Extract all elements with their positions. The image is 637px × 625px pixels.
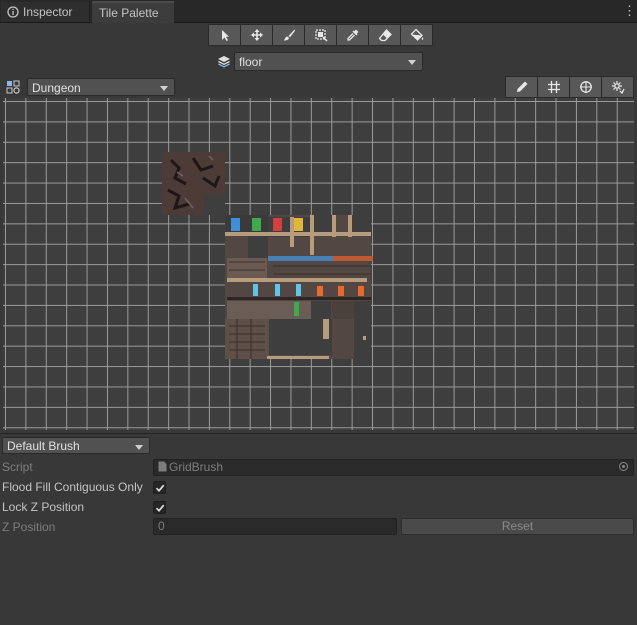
- panel-separator: [0, 433, 637, 434]
- move-icon: [250, 29, 263, 41]
- tile-sprites: [162, 152, 373, 359]
- tab-inspector[interactable]: Inspector: [1, 2, 90, 22]
- checkmark-icon: [155, 484, 165, 492]
- lock-z-checkbox[interactable]: [153, 501, 166, 514]
- tab-inspector-label: Inspector: [23, 5, 73, 19]
- info-icon: [7, 6, 19, 18]
- palette-icon: [6, 80, 20, 94]
- toggle-gizmos-button[interactable]: [569, 76, 601, 98]
- erase-tool-button[interactable]: [368, 24, 400, 46]
- tab-bar: Inspector Tile Palette ⋮: [0, 0, 637, 23]
- object-picker-icon[interactable]: [619, 462, 628, 471]
- grid-toggle-icon: [547, 81, 560, 93]
- lock-z-label: Lock Z Position: [2, 500, 85, 514]
- select-arrow-icon: [221, 30, 229, 41]
- picker-tool-button[interactable]: [336, 24, 368, 46]
- z-position-field[interactable]: 0: [153, 518, 397, 535]
- palette-edit-tools: [505, 76, 634, 98]
- tile-palette-grid[interactable]: [3, 98, 634, 430]
- palette-value: Dungeon: [32, 81, 81, 95]
- eyedropper-icon: [346, 29, 358, 41]
- script-file-icon: [158, 461, 167, 472]
- dungeon-tile-set: [225, 215, 373, 359]
- brush-value: Default Brush: [7, 439, 80, 453]
- fill-tool-button[interactable]: [400, 24, 433, 46]
- checkmark-icon: [155, 504, 165, 512]
- tool-group: [208, 24, 433, 46]
- box-fill-icon: [314, 29, 328, 42]
- chevron-down-icon: [408, 60, 416, 65]
- chevron-down-icon: [135, 445, 143, 450]
- flood-fill-checkbox[interactable]: [153, 481, 166, 494]
- brush-dropdown[interactable]: Default Brush: [2, 437, 150, 454]
- palette-dropdown[interactable]: Dungeon: [27, 78, 175, 96]
- tab-tile-palette[interactable]: Tile Palette: [92, 1, 174, 23]
- edit-pencil-icon: [516, 81, 527, 92]
- move-tool-button[interactable]: [240, 24, 272, 46]
- settings-icon: [611, 81, 625, 94]
- script-label: Script: [2, 460, 33, 474]
- active-layer-value: floor: [239, 55, 263, 69]
- eraser-icon: [378, 29, 392, 42]
- flood-fill-label: Flood Fill Contiguous Only: [2, 480, 143, 494]
- kebab-menu-icon[interactable]: ⋮: [623, 3, 636, 19]
- tab-tile-palette-label: Tile Palette: [99, 6, 159, 20]
- edit-palette-button[interactable]: [505, 76, 537, 98]
- script-field[interactable]: GridBrush: [153, 459, 634, 476]
- layers-icon: [218, 56, 230, 68]
- paint-tool-button[interactable]: [272, 24, 304, 46]
- paintbrush-icon: [283, 29, 295, 41]
- active-layer-dropdown[interactable]: floor: [234, 52, 423, 71]
- box-fill-tool-button[interactable]: [304, 24, 336, 46]
- palette-settings-button[interactable]: [601, 76, 634, 98]
- reset-button[interactable]: Reset: [401, 518, 634, 535]
- gizmo-icon: [579, 81, 592, 93]
- select-tool-button[interactable]: [208, 24, 240, 46]
- z-position-label: Z Position: [2, 520, 56, 534]
- script-value: GridBrush: [169, 460, 224, 474]
- paint-bucket-icon: [410, 28, 423, 41]
- toggle-grid-button[interactable]: [537, 76, 569, 98]
- chevron-down-icon: [160, 86, 168, 91]
- cracked-floor-tiles: [162, 152, 225, 215]
- z-position-value: 0: [158, 519, 165, 533]
